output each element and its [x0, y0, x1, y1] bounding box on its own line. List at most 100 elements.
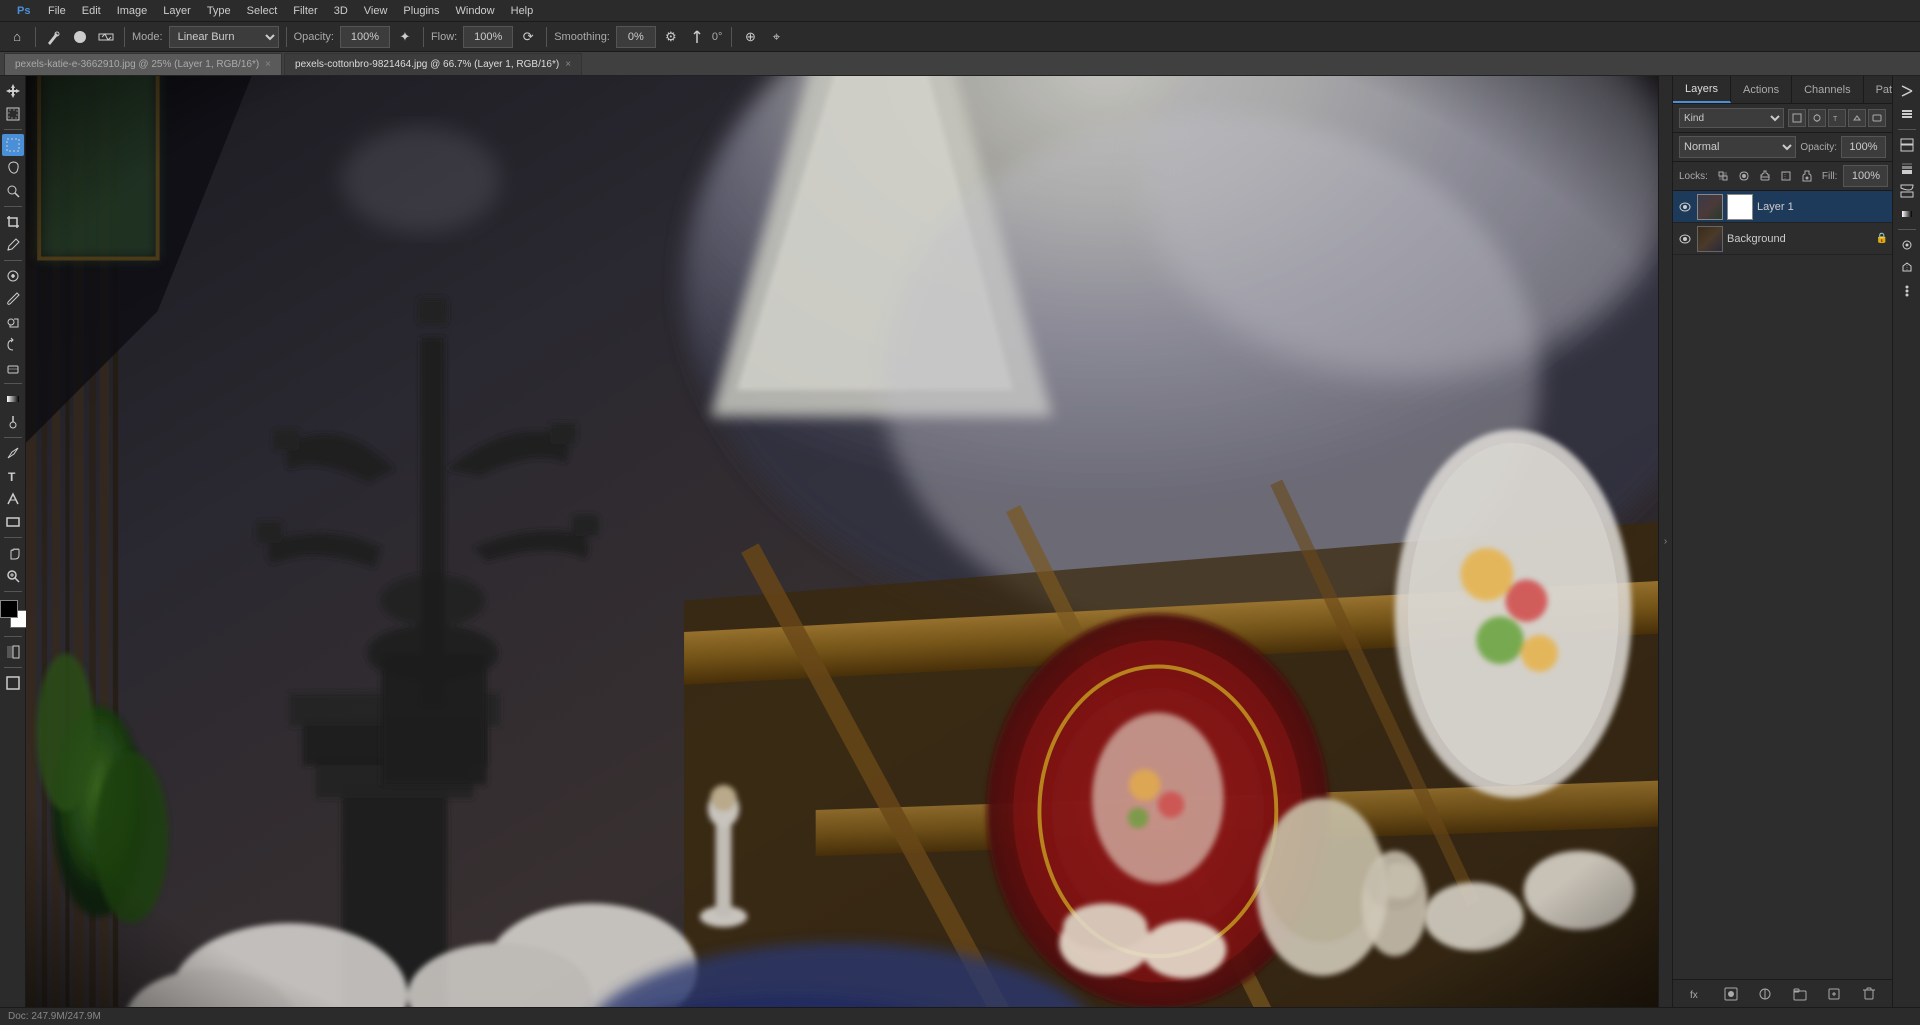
- tab-1-close[interactable]: ×: [265, 59, 271, 70]
- gradient-tool[interactable]: [2, 388, 24, 410]
- filter-smart-icon[interactable]: [1868, 109, 1886, 127]
- right-expand-btn[interactable]: [1896, 80, 1918, 102]
- right-layers-btn[interactable]: [1896, 103, 1918, 125]
- history-brush-tool[interactable]: [2, 334, 24, 356]
- quick-mask-button[interactable]: [2, 641, 24, 663]
- tabs-bar: pexels-katie-e-3662910.jpg @ 25% (Layer …: [0, 52, 1920, 76]
- right-properties-btn[interactable]: [1896, 234, 1918, 256]
- menu-image[interactable]: Image: [109, 3, 156, 19]
- filter-type-icon[interactable]: T: [1828, 109, 1846, 127]
- move-tool[interactable]: [2, 80, 24, 102]
- add-adjustment-button[interactable]: [1755, 984, 1775, 1004]
- spot-heal-tool[interactable]: [2, 265, 24, 287]
- tab-1[interactable]: pexels-katie-e-3662910.jpg @ 25% (Layer …: [4, 53, 282, 75]
- menu-filter[interactable]: Filter: [285, 3, 325, 19]
- menu-plugins[interactable]: Plugins: [395, 3, 447, 19]
- hand-tool[interactable]: [2, 542, 24, 564]
- menu-edit[interactable]: Edit: [74, 3, 109, 19]
- filter-pixel-icon[interactable]: [1788, 109, 1806, 127]
- filter-adjust-icon[interactable]: [1808, 109, 1826, 127]
- lock-transparent-btn[interactable]: [1714, 167, 1732, 185]
- lock-icons-group: [1714, 167, 1816, 185]
- tab-1-label: pexels-katie-e-3662910.jpg @ 25% (Layer …: [15, 59, 259, 70]
- brush-tool[interactable]: [2, 288, 24, 310]
- right-more-btn[interactable]: [1896, 280, 1918, 302]
- symmetry-icon[interactable]: ⌖: [765, 26, 787, 48]
- fill-input[interactable]: [1843, 165, 1888, 187]
- home-button[interactable]: ⌂: [6, 26, 28, 48]
- lock-position-btn[interactable]: [1756, 167, 1774, 185]
- pressure-icon[interactable]: ⊕: [739, 26, 761, 48]
- rectangular-marquee-tool[interactable]: [2, 134, 24, 156]
- layer-item-layer1[interactable]: Layer 1: [1673, 191, 1892, 223]
- layer-visibility-toggle-bg[interactable]: [1677, 231, 1693, 247]
- smoothing-settings-icon[interactable]: ⚙: [660, 26, 682, 48]
- svg-text:T: T: [1833, 116, 1838, 123]
- smoothing-angle-icon[interactable]: [686, 26, 708, 48]
- path-selection-tool[interactable]: [2, 488, 24, 510]
- far-right-toolbox: [1892, 76, 1920, 1007]
- delete-layer-button[interactable]: [1859, 984, 1879, 1004]
- brush-mode-icon[interactable]: [95, 26, 117, 48]
- lock-pixels-btn[interactable]: [1735, 167, 1753, 185]
- artboard-tool[interactable]: [2, 103, 24, 125]
- crop-tool[interactable]: [2, 211, 24, 233]
- lock-all-btn[interactable]: [1798, 167, 1816, 185]
- smoothing-input[interactable]: [616, 26, 656, 48]
- right-color-btn[interactable]: [1896, 157, 1918, 179]
- menu-layer[interactable]: Layer: [155, 3, 199, 19]
- new-group-button[interactable]: [1790, 984, 1810, 1004]
- opacity-input[interactable]: [340, 26, 390, 48]
- tab-layers[interactable]: Layers: [1673, 76, 1731, 103]
- opacity-input[interactable]: [1841, 136, 1886, 158]
- add-layer-style-button[interactable]: fx: [1686, 984, 1706, 1004]
- mode-select[interactable]: Linear Burn: [169, 26, 279, 48]
- right-learn-btn[interactable]: [1896, 257, 1918, 279]
- layer-filter-type[interactable]: Kind Name Effect Mode Attribute Color: [1679, 108, 1784, 128]
- foreground-color-swatch[interactable]: [0, 600, 18, 618]
- menu-select[interactable]: Select: [239, 3, 286, 19]
- flow-input[interactable]: [463, 26, 513, 48]
- type-tool[interactable]: T: [2, 465, 24, 487]
- fill-label: Fill:: [1822, 171, 1838, 182]
- eyedropper-tool[interactable]: [2, 234, 24, 256]
- panel-collapse-button[interactable]: ›: [1658, 76, 1672, 1007]
- lock-artboard-btn[interactable]: [1777, 167, 1795, 185]
- filter-shape-icon[interactable]: [1848, 109, 1866, 127]
- layer-item-background[interactable]: Background 🔒: [1673, 223, 1892, 255]
- dodge-tool[interactable]: [2, 411, 24, 433]
- screen-mode-button[interactable]: [2, 672, 24, 694]
- new-layer-button[interactable]: [1824, 984, 1844, 1004]
- right-info-btn[interactable]: [1896, 134, 1918, 156]
- brush-circle-icon[interactable]: [69, 26, 91, 48]
- right-swatches-btn[interactable]: [1896, 180, 1918, 202]
- clone-tool[interactable]: [2, 311, 24, 333]
- rectangle-shape-tool[interactable]: [2, 511, 24, 533]
- color-swatches[interactable]: [0, 600, 28, 628]
- opacity-airbrush-icon[interactable]: ✦: [394, 26, 416, 48]
- layer-visibility-toggle-1[interactable]: [1677, 199, 1693, 215]
- left-toolbox: T: [0, 76, 26, 1007]
- zoom-tool[interactable]: [2, 565, 24, 587]
- right-gradient-btn[interactable]: [1896, 203, 1918, 225]
- pen-tool[interactable]: [2, 442, 24, 464]
- menu-file[interactable]: File: [40, 3, 74, 19]
- lock-row: Locks: Fill:: [1673, 162, 1892, 191]
- tab-channels[interactable]: Channels: [1792, 76, 1863, 103]
- add-mask-button[interactable]: [1721, 984, 1741, 1004]
- menu-type[interactable]: Type: [199, 3, 239, 19]
- menu-window[interactable]: Window: [448, 3, 503, 19]
- eraser-tool[interactable]: [2, 357, 24, 379]
- menu-3d[interactable]: 3D: [326, 3, 356, 19]
- flow-icon[interactable]: ⟳: [517, 26, 539, 48]
- tab-actions[interactable]: Actions: [1731, 76, 1792, 103]
- blend-mode-select[interactable]: Normal Dissolve Multiply Screen Overlay …: [1679, 136, 1796, 158]
- tab-2[interactable]: pexels-cottonbro-9821464.jpg @ 66.7% (La…: [284, 53, 582, 75]
- lasso-tool[interactable]: [2, 157, 24, 179]
- quick-selection-tool[interactable]: [2, 180, 24, 202]
- tab-2-close[interactable]: ×: [565, 59, 571, 70]
- brush-tool-icon[interactable]: [43, 26, 65, 48]
- menu-help[interactable]: Help: [503, 3, 542, 19]
- menu-ps[interactable]: Ps: [8, 0, 40, 22]
- menu-view[interactable]: View: [356, 3, 396, 19]
